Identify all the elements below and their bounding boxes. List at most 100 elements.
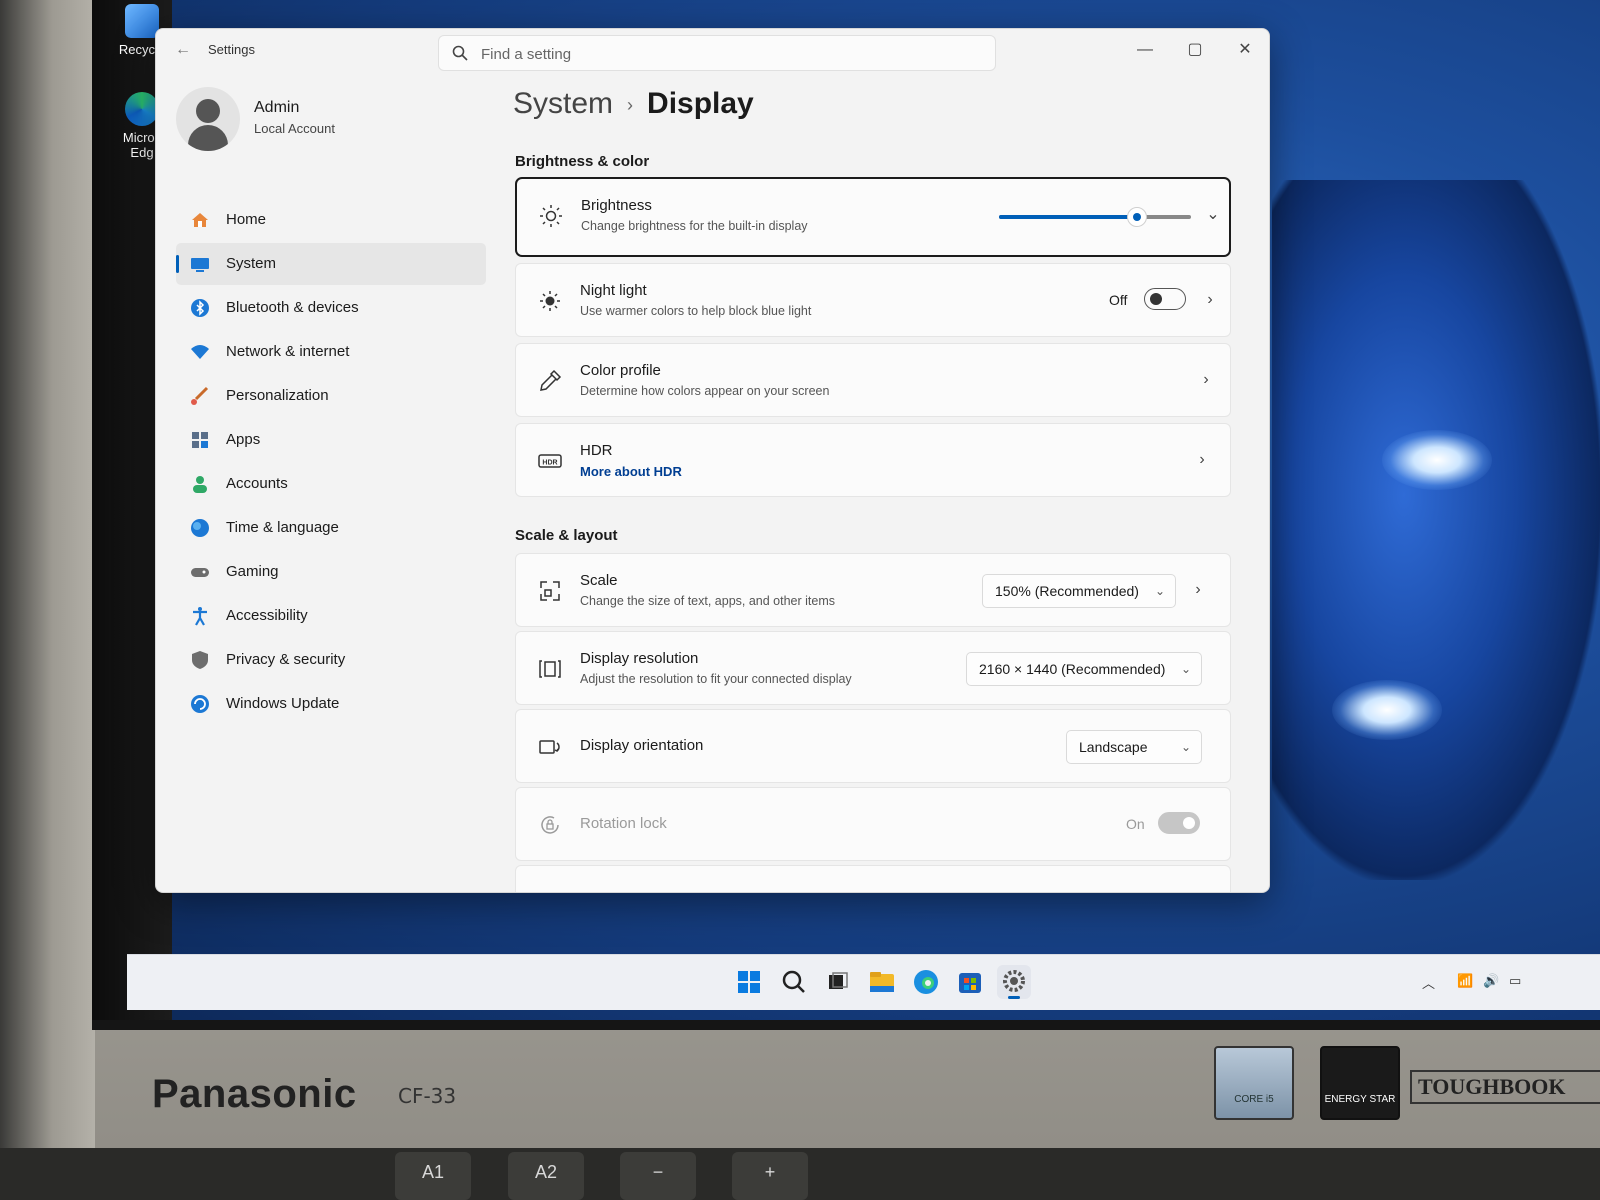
avatar[interactable] — [176, 87, 240, 151]
sidebar-item-privacy[interactable]: Privacy & security — [176, 639, 486, 681]
edge-icon[interactable] — [909, 965, 943, 999]
sidebar-item-system[interactable]: System — [176, 243, 486, 285]
sidebar-item-apps[interactable]: Apps — [176, 419, 486, 461]
windows-start-icon[interactable] — [732, 965, 766, 999]
search-box[interactable] — [438, 35, 996, 71]
intel-badge: CORE i5 — [1214, 1046, 1294, 1120]
sidebar-item-label: Home — [226, 211, 267, 228]
sidebar-item-personalization[interactable]: Personalization — [176, 375, 486, 417]
orientation-dropdown[interactable]: Landscape ⌄ — [1066, 730, 1202, 764]
taskbar: ︿ 📶 🔊 ▭ — [127, 954, 1600, 1010]
sidebar-item-accessibility[interactable]: Accessibility — [176, 595, 486, 637]
main-content: System › Display Brightness & color Bright… — [511, 73, 1256, 892]
breadcrumb-parent[interactable]: System — [513, 87, 613, 120]
breadcrumb: System › Display — [513, 87, 754, 121]
rotation-lock-card: Rotation lock On — [515, 787, 1231, 861]
app-title: Settings — [208, 42, 255, 57]
battery-icon[interactable]: ▭ — [1509, 973, 1521, 989]
sidebar-item-gaming[interactable]: Gaming — [176, 551, 486, 593]
brightness-slider[interactable] — [999, 207, 1191, 227]
sidebar-item-windows-update[interactable]: Windows Update — [176, 683, 486, 725]
sidebar-item-label: Gaming — [226, 563, 279, 580]
system-icon — [191, 258, 209, 272]
color-profile-card[interactable]: Color profile Determine how colors appea… — [515, 343, 1231, 417]
energy-badge-text: ENERGY STAR — [1324, 1094, 1396, 1105]
display-orientation-card[interactable]: Display orientation Landscape ⌄ — [515, 709, 1231, 783]
wifi-icon[interactable]: 📶 — [1457, 973, 1473, 989]
brightness-card[interactable]: Brightness Change brightness for the bui… — [515, 177, 1231, 257]
minimize-icon: — — [1137, 41, 1153, 58]
minimize-button[interactable]: — — [1128, 35, 1162, 65]
scale-dropdown[interactable]: 150% (Recommended) ⌄ — [982, 574, 1176, 608]
svg-text:HDR: HDR — [542, 460, 557, 467]
store-icon[interactable] — [953, 965, 987, 999]
chevron-right-icon[interactable]: › — [1200, 290, 1220, 310]
wallpaper-car — [1272, 180, 1600, 880]
sidebar-item-label: Windows Update — [226, 695, 340, 712]
task-view-icon[interactable] — [821, 965, 855, 999]
brightness-slider-thumb[interactable] — [1127, 207, 1148, 227]
hdr-icon: HDR — [538, 454, 562, 468]
key-minus[interactable]: − — [620, 1152, 696, 1200]
intel-badge-text: CORE i5 — [1234, 1094, 1274, 1105]
display-resolution-card[interactable]: Display resolution Adjust the resolution… — [515, 631, 1231, 705]
display-resolution-subtitle: Adjust the resolution to fit your connec… — [580, 672, 852, 686]
apps-icon — [192, 432, 208, 448]
sidebar-item-label: Time & language — [226, 519, 339, 536]
globe-icon — [191, 519, 209, 537]
chevron-right-icon[interactable]: › — [1196, 370, 1216, 390]
night-light-toggle[interactable] — [1144, 288, 1186, 310]
sidebar-item-label: Personalization — [226, 387, 329, 404]
chevron-right-icon[interactable]: › — [1192, 450, 1212, 470]
show-hidden-icons-icon[interactable]: ︿ — [1422, 973, 1435, 992]
section-brightness-color: Brightness & color — [515, 153, 650, 170]
bezel-left-edge — [0, 0, 95, 1200]
model-label: CF-33 — [398, 1084, 457, 1108]
file-explorer-icon[interactable] — [865, 965, 899, 999]
scale-icon — [540, 581, 560, 601]
hdr-title: HDR — [580, 442, 613, 459]
night-light-card[interactable]: Night light Use warmer colors to help bl… — [515, 263, 1231, 337]
close-icon: ✕ — [1238, 41, 1252, 58]
sidebar-item-network[interactable]: Network & internet — [176, 331, 486, 373]
recycle-bin-icon — [125, 4, 159, 38]
display-resolution-title: Display resolution — [580, 650, 699, 667]
sidebar-item-accounts[interactable]: Accounts — [176, 463, 486, 505]
brush-icon — [191, 386, 209, 405]
hdr-link[interactable]: More about HDR — [580, 464, 682, 479]
scale-title: Scale — [580, 572, 618, 589]
key-a1[interactable]: A1 — [395, 1152, 471, 1200]
user-name: Admin — [254, 99, 300, 116]
sidebar-item-label: Bluetooth & devices — [226, 299, 359, 316]
back-button[interactable]: ← — [170, 37, 196, 63]
home-icon — [192, 213, 208, 227]
sidebar-item-home[interactable]: Home — [176, 199, 486, 241]
key-plus[interactable]: + — [732, 1152, 808, 1200]
brightness-title: Brightness — [581, 197, 652, 214]
hdr-card[interactable]: HDR HDR More about HDR › — [515, 423, 1231, 497]
settings-icon[interactable] — [997, 965, 1031, 999]
volume-icon[interactable]: 🔊 — [1483, 973, 1499, 989]
sidebar-item-label: Accounts — [226, 475, 288, 492]
settings-window: ← Settings — ▢ ✕ Admin Local Account Hom… — [155, 28, 1270, 893]
multiple-displays-card[interactable] — [515, 865, 1231, 892]
maximize-button[interactable]: ▢ — [1178, 35, 1212, 65]
search-icon[interactable] — [777, 965, 811, 999]
resolution-dropdown[interactable]: 2160 × 1440 (Recommended) ⌄ — [966, 652, 1202, 686]
back-arrow-icon: ← — [175, 41, 191, 58]
scale-dropdown-value: 150% (Recommended) — [995, 583, 1139, 599]
key-a2[interactable]: A2 — [508, 1152, 584, 1200]
rotation-lock-icon — [541, 816, 559, 834]
scale-subtitle: Change the size of text, apps, and other… — [580, 594, 836, 608]
sidebar-item-bluetooth[interactable]: Bluetooth & devices — [176, 287, 486, 329]
chevron-right-icon[interactable]: › — [1188, 580, 1208, 600]
scale-card[interactable]: Scale Change the size of text, apps, and… — [515, 553, 1231, 627]
eyedropper-icon — [540, 369, 562, 391]
orientation-icon — [539, 740, 560, 754]
shield-icon — [192, 651, 208, 669]
sidebar-item-time-language[interactable]: Time & language — [176, 507, 486, 549]
expand-chevron-icon[interactable]: ⌄ — [1203, 205, 1223, 225]
person-icon — [193, 476, 207, 493]
search-input[interactable] — [481, 42, 981, 66]
close-button[interactable]: ✕ — [1228, 35, 1262, 65]
